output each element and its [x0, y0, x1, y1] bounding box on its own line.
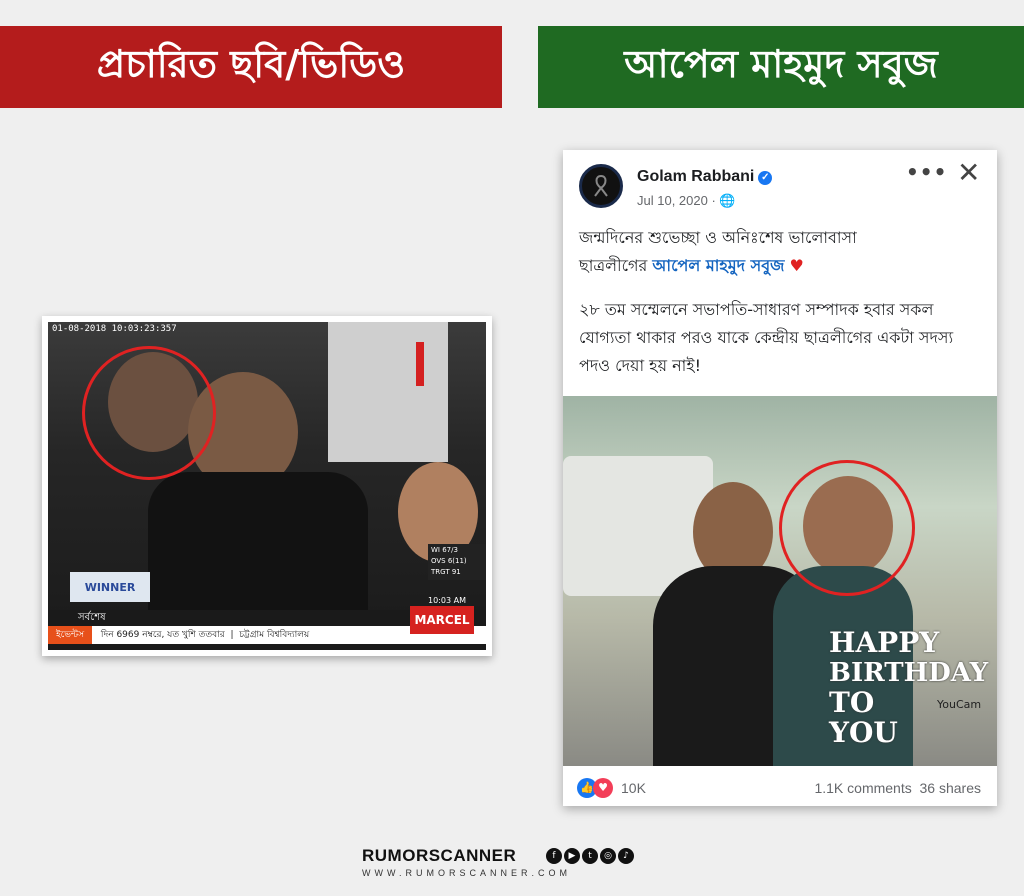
youtube-icon[interactable]: ▶: [564, 848, 580, 864]
tiktok-icon[interactable]: ♪: [618, 848, 634, 864]
instagram-icon[interactable]: ◎: [600, 848, 616, 864]
comment-count[interactable]: 1.1K comments: [814, 780, 911, 796]
overlay-line: HAPPY: [829, 626, 940, 659]
score-line: OVS 6(11): [431, 557, 467, 565]
post-date[interactable]: Jul 10, 2020 · 🌐: [637, 193, 736, 209]
ticker-text: দিন 6969 নম্বরে, যত খুশি ততবার: [100, 630, 225, 640]
left-banner-title: প্রচারিত ছবি/ভিডিও: [0, 26, 502, 108]
black-ribbon-icon: [594, 174, 608, 197]
more-options-icon[interactable]: •••: [906, 160, 947, 184]
sponsor-logo: MARCEL: [410, 606, 474, 634]
video-timestamp: 01-08-2018 10:03:23:357: [52, 324, 177, 334]
photo-watermark: YouCam: [937, 698, 982, 711]
winner-logo: WINNER: [70, 572, 150, 602]
ticker-text-2: চট্টগ্রাম বিশ্ববিদ্যালয়: [239, 630, 310, 640]
post-body: জন্মদিনের শুভেচ্ছা ও অনিঃশেষ ভালোবাসা ছা…: [579, 224, 983, 380]
post-line-3: ২৮ তম সম্মেলনে সভাপতি-সাধারণ সম্পাদক হবা…: [579, 300, 954, 375]
close-icon[interactable]: ✕: [957, 156, 980, 189]
video-frame: 01-08-2018 10:03:23:357 WINNER WI 67/3 O…: [48, 322, 486, 650]
share-count[interactable]: 36 shares: [920, 780, 981, 796]
avatar[interactable]: [579, 164, 623, 208]
overlay-line: YOU: [829, 716, 898, 749]
person-shirt: [328, 322, 448, 462]
post-line-2: ছাত্রলীগের আপেল মাহমুদ সবুজ ♥: [579, 252, 983, 280]
post-author-name[interactable]: Golam Rabbani: [637, 168, 754, 185]
right-banner-title: আপেল মাহমুদ সবুজ: [538, 26, 1024, 108]
score-line: TRGT 91: [431, 568, 461, 576]
globe-icon: 🌐: [719, 193, 736, 208]
post-line-1: জন্মদিনের শুভেচ্ছা ও অনিঃশেষ ভালোবাসা: [579, 228, 857, 247]
reaction-count[interactable]: 10K: [621, 780, 646, 796]
facebook-icon[interactable]: f: [546, 848, 562, 864]
post-footer: 👍 ♥ 10K 1.1K comments 36 shares: [563, 770, 997, 806]
verified-badge-icon: ✓: [758, 171, 773, 185]
heart-icon: ♥: [789, 256, 804, 275]
brand-url: WWW.RUMORSCANNER.COM: [362, 868, 571, 878]
social-icons: f ▶ t ◎ ♪: [546, 848, 634, 864]
score-line: WI 67/3: [431, 546, 458, 554]
love-icon[interactable]: ♥: [593, 778, 613, 798]
scoreboard: WI 67/3 OVS 6(11) TRGT 91: [428, 544, 486, 580]
facebook-post-card: Golam Rabbani ✓ Jul 10, 2020 · 🌐 ••• ✕ জন…: [563, 150, 997, 806]
ticker-label: সর্বশেষ: [78, 612, 106, 623]
comments-shares[interactable]: 1.1K comments 36 shares: [814, 780, 981, 796]
highlight-circle: [779, 460, 915, 596]
highlight-circle: [82, 346, 216, 480]
birthday-overlay: HAPPY BIRTHDAY TO YOU: [829, 626, 989, 749]
person-body: [148, 472, 368, 612]
mic-icon: [416, 342, 424, 386]
video-clock: 10:03 AM: [428, 596, 466, 605]
post-line-2-prefix: ছাত্রলীগের: [579, 256, 653, 275]
profile-link[interactable]: আপেল মাহমুদ সবুজ: [652, 256, 784, 275]
video-screenshot-card: 01-08-2018 10:03:23:357 WINNER WI 67/3 O…: [42, 316, 492, 656]
post-author[interactable]: Golam Rabbani ✓: [637, 168, 773, 186]
overlay-line: BIRTHDAY: [829, 658, 989, 688]
ticker-tag: ইভেন্টস: [48, 626, 93, 644]
post-date-text[interactable]: Jul 10, 2020 ·: [637, 193, 719, 208]
brand-footer: RUMORSCANNER WWW.RUMORSCANNER.COM f ▶ t …: [362, 846, 662, 886]
twitter-icon[interactable]: t: [582, 848, 598, 864]
post-photo[interactable]: HAPPY BIRTHDAY TO YOU YouCam: [563, 396, 997, 766]
